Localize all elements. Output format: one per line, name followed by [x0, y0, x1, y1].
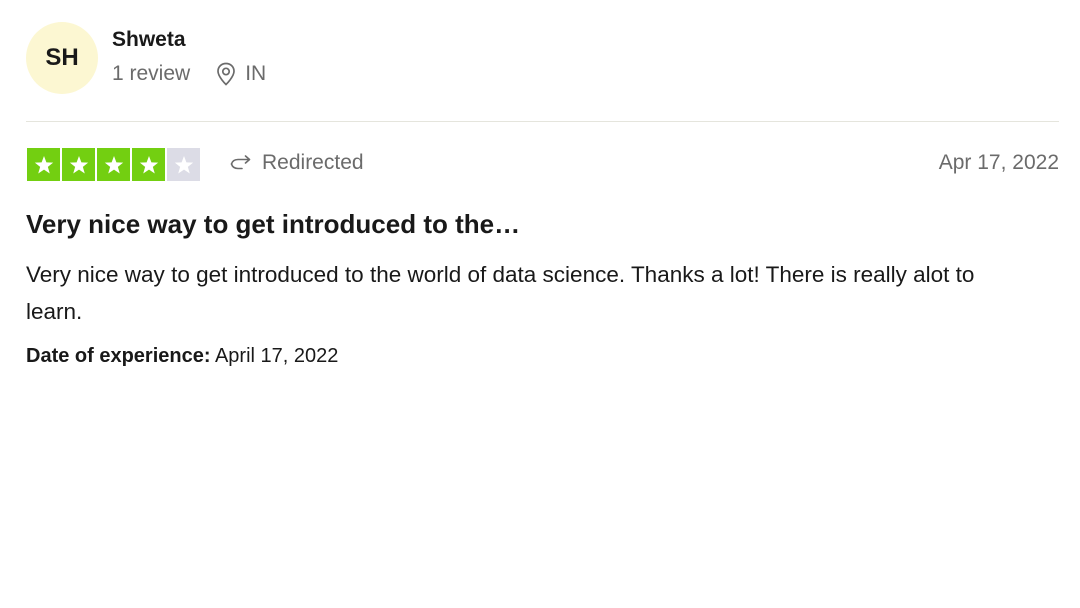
star-empty — [167, 148, 200, 181]
star-filled — [62, 148, 95, 181]
country-code: IN — [245, 62, 267, 85]
star-icon — [34, 155, 53, 174]
star-rating — [27, 148, 202, 181]
experience-label: Date of experience: — [26, 345, 211, 367]
redirect-arrow-icon — [230, 155, 251, 170]
star-icon — [174, 155, 193, 174]
redirected-label[interactable]: Redirected — [230, 151, 364, 175]
review-count: 1 review — [112, 62, 191, 85]
star-filled — [27, 148, 60, 181]
avatar-initials: SH — [45, 44, 79, 71]
divider — [26, 121, 1059, 122]
reviewer-location: IN — [216, 62, 266, 86]
star-filled — [97, 148, 130, 181]
location-pin-icon — [217, 62, 236, 86]
date-of-experience: Date of experience: April 17, 2022 — [26, 345, 338, 368]
star-filled — [132, 148, 165, 181]
review-body: Very nice way to get introduced to the w… — [26, 262, 975, 324]
redirected-text: Redirected — [262, 151, 364, 174]
review-title[interactable]: Very nice way to get introduced to the… — [26, 209, 520, 240]
star-icon — [139, 155, 158, 174]
star-icon — [104, 155, 123, 174]
review-date: Apr 17, 2022 — [938, 151, 1059, 174]
star-icon — [69, 155, 88, 174]
reviewer-name[interactable]: Shweta — [112, 28, 186, 52]
avatar[interactable]: SH — [26, 22, 98, 94]
review-card: SH Shweta 1 review IN Redirected Apr 17,… — [0, 0, 1080, 608]
reviewer-meta: 1 review IN — [112, 62, 266, 86]
experience-date: April 17, 2022 — [214, 345, 339, 367]
